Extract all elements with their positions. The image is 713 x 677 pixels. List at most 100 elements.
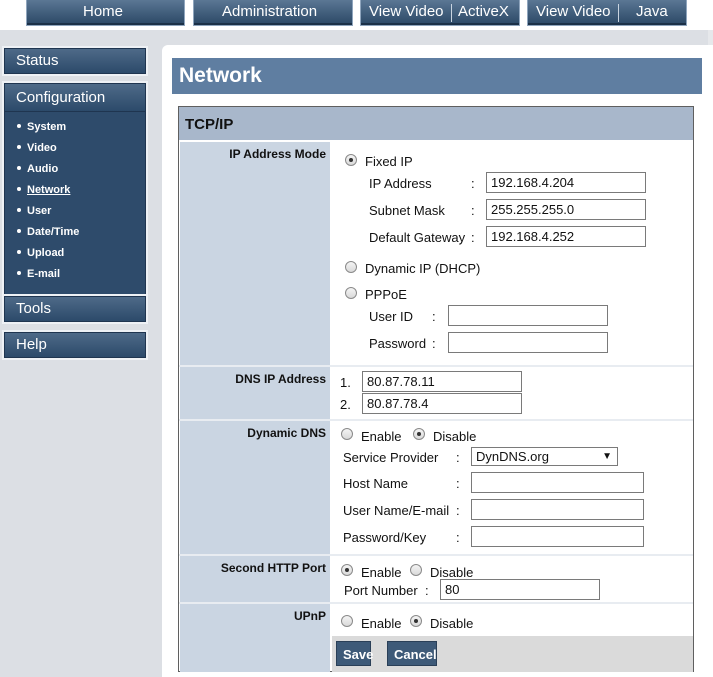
colon: : [471, 230, 475, 245]
password-label: Password [369, 336, 427, 351]
http2-disable-radio[interactable] [410, 564, 422, 576]
nav-administration-button[interactable]: Administration [193, 0, 353, 26]
sidebar-configuration-menu: Configuration System Video Audio Network… [4, 83, 146, 318]
sidebar-configuration[interactable]: Configuration [5, 84, 145, 112]
pppoe-label: PPPoE [365, 287, 407, 302]
nav-view-video-label: View Video [369, 3, 444, 20]
ddns-password-input[interactable] [471, 526, 644, 547]
password-input[interactable] [448, 332, 608, 353]
sidebar-tools[interactable]: Tools [4, 296, 146, 322]
sidebar-item-user[interactable]: User [17, 201, 145, 222]
upnp-enable-radio[interactable] [341, 615, 353, 627]
button-row-label-cell [180, 636, 330, 672]
sidebar-item-upload[interactable]: Upload [17, 243, 145, 264]
http2-disable-label: Disable [430, 565, 474, 580]
cancel-button[interactable]: Cancel [387, 641, 437, 666]
bullet-icon [17, 229, 21, 234]
bullet-icon [17, 250, 21, 255]
nav-administration-label: Administration [222, 3, 318, 20]
nav-java-label: Java [636, 3, 668, 20]
bullet-icon [17, 208, 21, 213]
ddns-disable-label: Disable [433, 429, 477, 444]
subnet-mask-label: Subnet Mask [369, 203, 445, 218]
bullet-icon [17, 124, 21, 129]
bullet-icon [17, 187, 21, 192]
colon: : [456, 503, 460, 518]
ddns-user-input[interactable] [471, 499, 644, 520]
bullet-icon [17, 166, 21, 171]
host-name-input[interactable] [471, 472, 644, 493]
ip-address-input[interactable] [486, 172, 646, 193]
button-bar: Save Cancel [332, 636, 693, 672]
http2-label: Second HTTP Port [180, 556, 330, 602]
fixed-ip-radio[interactable] [345, 154, 357, 166]
user-id-input[interactable] [448, 305, 608, 326]
nav-separator-2 [618, 4, 619, 22]
ddns-label: Dynamic DNS [180, 421, 330, 554]
ip-mode-label: IP Address Mode [180, 142, 330, 365]
ddns-password-label: Password/Key [343, 530, 427, 545]
nav-separator [451, 4, 452, 22]
section-title: TCP/IP [179, 107, 693, 140]
dhcp-radio[interactable] [345, 261, 357, 273]
host-name-label: Host Name [343, 476, 409, 491]
nav-view-video-label-2: View Video [536, 3, 611, 20]
subnet-mask-input[interactable] [486, 199, 646, 220]
colon: : [425, 583, 429, 598]
sidebar-item-system[interactable]: System [17, 117, 145, 138]
dns-index-1: 1. [340, 375, 351, 390]
colon: : [456, 450, 460, 465]
dns2-input[interactable] [362, 393, 522, 414]
service-provider-label: Service Provider [343, 450, 439, 465]
ddns-enable-radio[interactable] [341, 428, 353, 440]
configuration-list: System Video Audio Network User Date/Tim… [5, 112, 145, 285]
upnp-disable-label: Disable [430, 616, 474, 631]
page-title: Network [172, 58, 702, 94]
upnp-label: UPnP [180, 604, 330, 636]
service-provider-select[interactable]: DynDNS.org ▼ [471, 447, 618, 466]
bullet-icon [17, 145, 21, 150]
dns1-input[interactable] [362, 371, 522, 392]
dns-label: DNS IP Address [180, 367, 330, 419]
top-navigation: Home Administration View Video ActiveX V… [0, 0, 713, 30]
sidebar-item-audio[interactable]: Audio [17, 159, 145, 180]
default-gateway-label: Default Gateway [369, 230, 466, 245]
sidebar-item-email[interactable]: E-mail [17, 264, 145, 285]
default-gateway-input[interactable] [486, 226, 646, 247]
nav-view-video-java[interactable]: View Video Java [527, 0, 687, 26]
ddns-disable-radio[interactable] [413, 428, 425, 440]
colon: : [432, 309, 436, 324]
save-button[interactable]: Save [336, 641, 373, 666]
sidebar-item-video[interactable]: Video [17, 138, 145, 159]
upnp-enable-label: Enable [361, 616, 402, 631]
tcpip-panel: TCP/IP IP Address Mode Fixed IP IP Addre… [178, 106, 694, 672]
nav-view-video-activex[interactable]: View Video ActiveX [360, 0, 520, 26]
http2-enable-radio[interactable] [341, 564, 353, 576]
service-provider-value: DynDNS.org [476, 449, 549, 464]
dropdown-arrow-icon: ▼ [602, 451, 612, 462]
colon: : [456, 530, 460, 545]
sidebar-item-network[interactable]: Network [17, 180, 145, 201]
nav-home-button[interactable]: Home [26, 0, 185, 26]
user-id-label: User ID [369, 309, 414, 324]
port-number-input[interactable] [440, 579, 600, 600]
dns-index-2: 2. [340, 397, 351, 412]
fixed-ip-label: Fixed IP [365, 154, 413, 169]
upnp-disable-radio[interactable] [410, 615, 422, 627]
nav-home-label: Home [83, 3, 124, 20]
bullet-icon [17, 271, 21, 276]
sidebar: Status Configuration System Video Audio … [0, 30, 162, 677]
sidebar-status[interactable]: Status [4, 48, 146, 74]
colon: : [432, 336, 436, 351]
pppoe-radio[interactable] [345, 287, 357, 299]
sidebar-item-datetime[interactable]: Date/Time [17, 222, 145, 243]
nav-activex-label: ActiveX [458, 3, 509, 20]
port-number-label: Port Number [344, 583, 418, 598]
ddns-enable-label: Enable [361, 429, 402, 444]
colon: : [456, 476, 460, 491]
sidebar-help[interactable]: Help [4, 332, 146, 358]
http2-enable-label: Enable [361, 565, 402, 580]
dhcp-label: Dynamic IP (DHCP) [365, 261, 481, 276]
colon: : [471, 176, 475, 191]
colon: : [471, 203, 475, 218]
